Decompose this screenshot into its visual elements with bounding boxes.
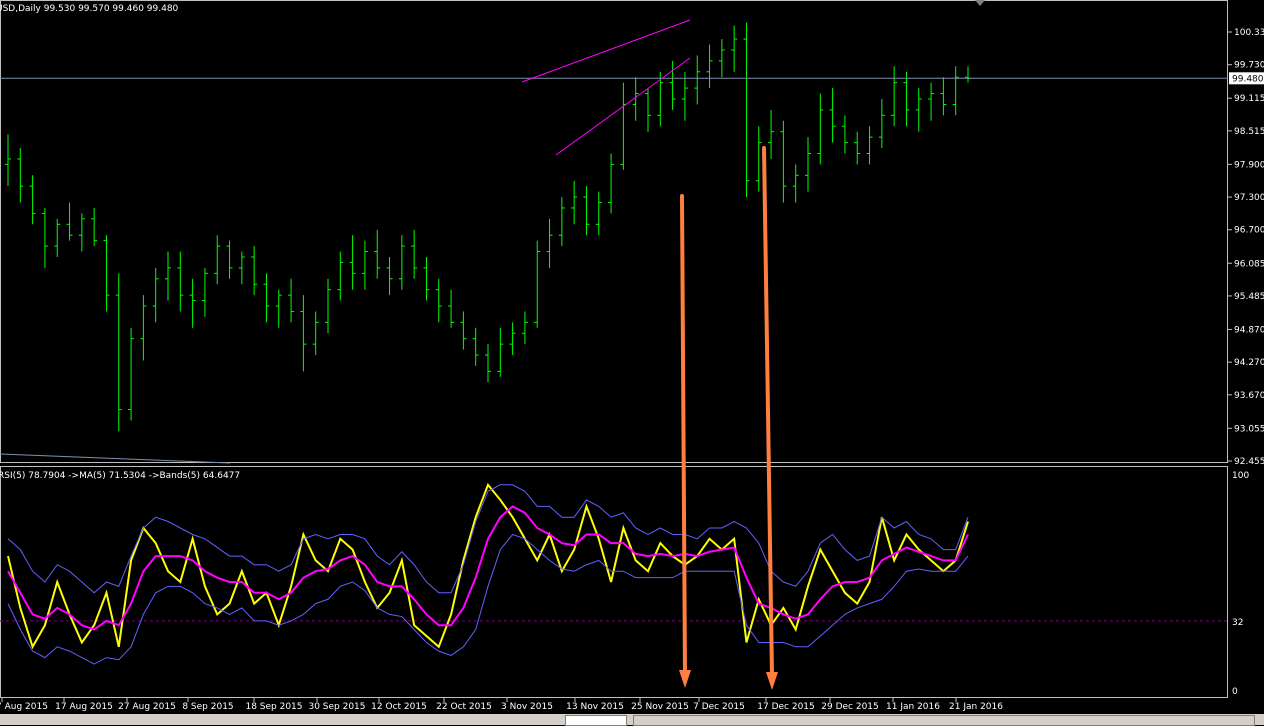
price-bars [5,22,971,432]
chart-shift-marker-icon[interactable] [975,0,985,6]
price-axis: 100.330 99.730 99.115 98.515 97.900 97.300 96.… [0,28,1264,467]
price-tick-label-4: 97.900 [1234,160,1264,170]
arrow-2-shaft [762,146,774,678]
main-panel-frame [0,0,1228,463]
chart-tabs-bar [0,714,1264,726]
annotations [0,19,778,690]
rsi-lines [0,482,1228,665]
date-tick-label-15: 21 Jan 2016 [949,702,1003,712]
chart-tab-2[interactable] [633,715,1255,726]
price-tick-label-1: 99.730 [1234,61,1264,71]
rsi-panel-frame [0,466,1228,698]
date-tick-label-8: 3 Nov 2015 [501,702,553,712]
date-tick-label-11: 7 Dec 2015 [693,702,745,712]
chart-tab-1[interactable] [565,715,627,726]
arrow-1-head-icon [679,670,691,688]
current-price-tag-label: 99.480 [1232,74,1264,84]
rsi-axis: 100 32 0 [1232,471,1249,697]
price-tick-label-2: 99.115 [1234,94,1264,104]
date-tick-label-12: 17 Dec 2015 [757,702,815,712]
arrow-2-head-icon [766,672,778,690]
price-tick-label-9: 94.870 [1234,325,1264,335]
price-tick-label-0: 100.330 [1234,28,1264,38]
date-tick-label-1: 17 Aug 2015 [55,702,113,712]
date-tick-label-13: 29 Dec 2015 [821,702,879,712]
price-tick-label-6: 96.700 [1234,226,1264,236]
wedge-upper-trendline [521,19,691,83]
price-tick-label-3: 98.515 [1234,127,1264,137]
trading-chart[interactable]: 100.330 99.730 99.115 98.515 97.900 97.300 96.… [0,0,1264,714]
date-tick-label-5: 30 Sep 2015 [308,702,365,712]
price-tick-label-12: 93.055 [1234,424,1264,434]
rsi-tick-label-2: 0 [1232,687,1238,697]
date-tick-label-4: 18 Sep 2015 [245,702,302,712]
price-tick-label-11: 93.670 [1234,391,1264,401]
price-tick-label-13: 92.455 [1234,457,1264,467]
rsi-tick-label-1: 32 [1232,618,1243,628]
date-tick-label-3: 8 Sep 2015 [182,702,233,712]
date-tick-label-6: 12 Oct 2015 [371,702,427,712]
rsi-header: RSI(5) 78.7904 ->MA(5) 71.5304 ->Bands(5… [0,471,240,481]
date-tick-label-9: 13 Nov 2015 [566,702,624,712]
price-tick-label-5: 97.300 [1234,193,1264,203]
price-tick-label-10: 94.270 [1234,358,1264,368]
date-tick-label-2: 27 Aug 2015 [118,702,176,712]
date-tick-label-0: 7 Aug 2015 [0,702,48,712]
price-tick-label-7: 96.085 [1234,259,1264,269]
rsi-series-1 [7,505,969,631]
rsi-series-0 [7,482,969,650]
lower-trendline [0,453,231,464]
date-axis: 7 Aug 2015 17 Aug 2015 27 Aug 2015 8 Sep 20… [0,698,1003,712]
rsi-series-3 [7,533,969,665]
main-chart-header: USD,Daily 99.530 99.570 99.460 99.480 [0,4,179,14]
arrow-1-shaft [680,194,687,676]
rsi-tick-label-0: 100 [1232,471,1249,481]
date-tick-label-10: 25 Nov 2015 [631,702,689,712]
price-tick-label-8: 95.485 [1234,292,1264,302]
date-tick-label-7: 22 Oct 2015 [436,702,492,712]
date-tick-label-14: 11 Jan 2016 [886,702,940,712]
